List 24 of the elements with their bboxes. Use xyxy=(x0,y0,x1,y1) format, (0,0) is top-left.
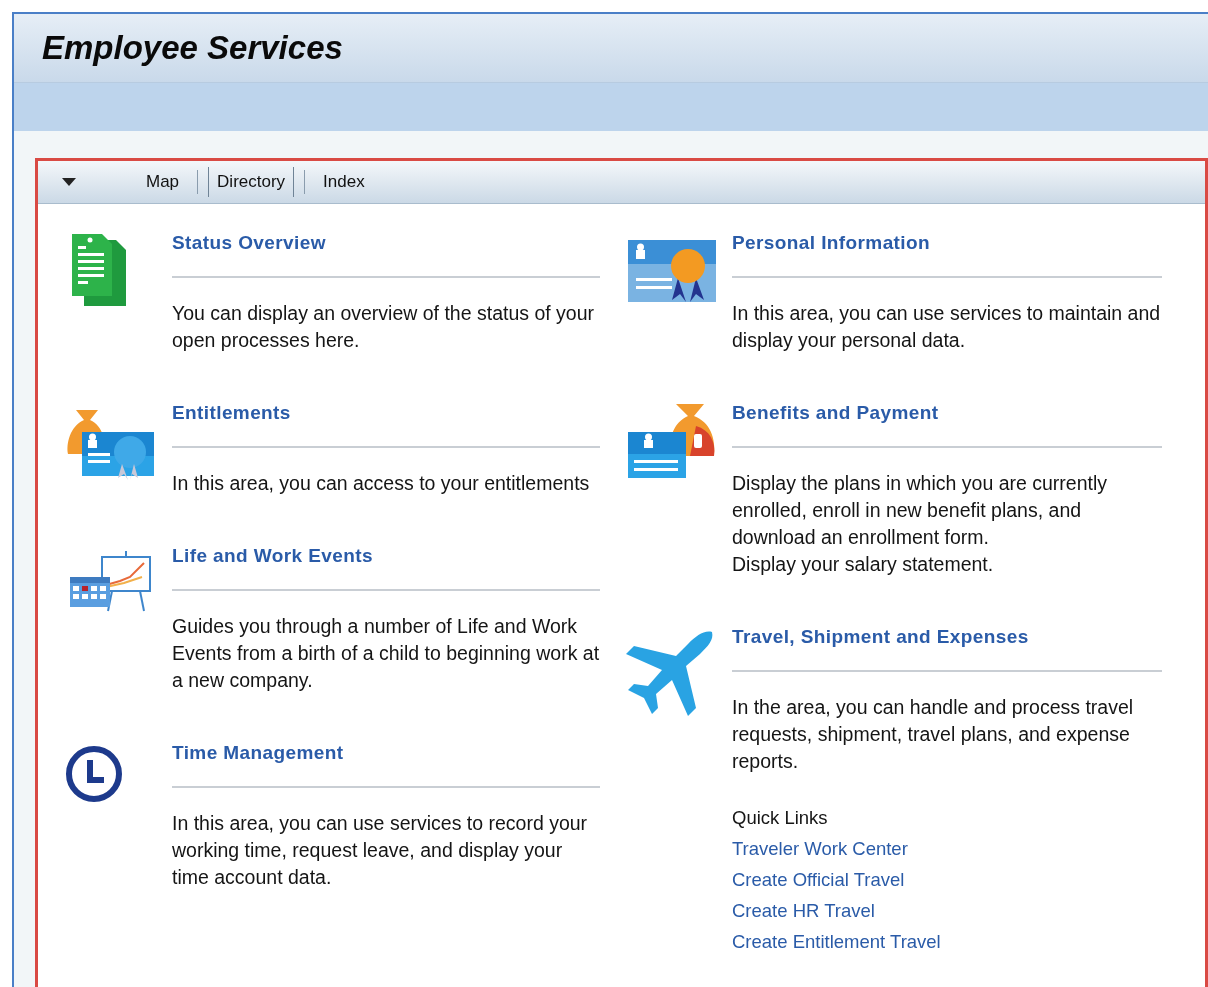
section-description: In this area, you can use services to record your working time, request leave, and display your time account data. xyxy=(172,811,589,890)
section-title-link[interactable]: Travel, Shipment and Expenses xyxy=(732,626,1162,672)
section-description: In this area, you can access to your entitlements xyxy=(172,471,591,496)
toolbar-tab[interactable]: Map xyxy=(138,167,188,197)
quick-link[interactable]: Create Official Travel xyxy=(732,869,1162,890)
section-description: Display your salary statement. xyxy=(732,552,995,577)
page-title: Employee Services xyxy=(42,29,343,67)
section-description: In this area, you can use services to maintain and display your personal data. xyxy=(732,301,1162,353)
section-description: In the area, you can handle and process travel requests, shipment, travel plans, and expense reports. xyxy=(732,695,1135,774)
section-title-link[interactable]: Life and Work Events xyxy=(172,545,600,591)
section-title-link[interactable]: Personal Information xyxy=(732,232,1162,278)
section-title-link[interactable]: Entitlements xyxy=(172,402,600,448)
quick-link[interactable]: Create Entitlement Travel xyxy=(732,931,1162,952)
toolbar-tab[interactable]: Directory xyxy=(208,167,295,197)
toolbar-tab[interactable]: Index xyxy=(315,167,373,197)
quick-link[interactable]: Create HR Travel xyxy=(732,900,1162,921)
section-title-link[interactable]: Time Management xyxy=(172,742,600,788)
section-description: Guides you through a number of Life and Work Events from a birth of a child to beginning work at a new company. xyxy=(172,614,600,693)
section-title-link[interactable]: Status Overview xyxy=(172,232,600,278)
section-title-link[interactable]: Benefits and Payment xyxy=(732,402,1162,448)
section-description: Display the plans in which you are currently enrolled, enroll in new benefit plans, and download an enrollment form. xyxy=(732,471,1108,550)
quick-links-label: Quick Links xyxy=(732,807,829,828)
section-description: You can display an overview of the status of your open processes here. xyxy=(172,301,596,353)
quick-link[interactable]: Traveler Work Center xyxy=(732,838,1162,859)
